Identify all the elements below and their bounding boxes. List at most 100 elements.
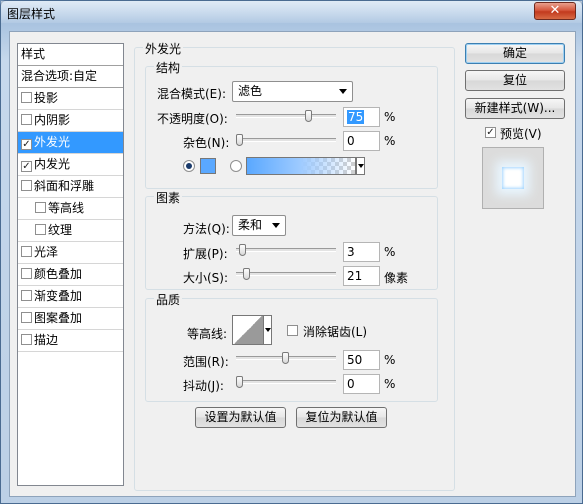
style-item-checkbox[interactable] <box>21 290 32 301</box>
glow-gradient-picker[interactable] <box>246 157 356 175</box>
elements-title: 图素 <box>154 189 183 206</box>
style-item-checkbox[interactable] <box>21 180 32 191</box>
antialias-checkbox[interactable] <box>287 325 298 336</box>
contour-dropdown-arrow[interactable] <box>263 315 272 345</box>
spread-field[interactable]: 3 <box>343 242 380 262</box>
range-slider-thumb[interactable] <box>282 352 289 364</box>
style-item-label: 图案叠加 <box>34 311 83 325</box>
reset-button[interactable]: 复位 <box>465 70 565 91</box>
style-item-label: 等高线 <box>48 201 85 215</box>
jitter-label: 抖动(J): <box>183 379 224 393</box>
style-item[interactable]: 斜面和浮雕 <box>18 176 123 198</box>
chevron-down-icon <box>339 89 347 94</box>
style-item[interactable]: 渐变叠加 <box>18 286 123 308</box>
opacity-slider[interactable] <box>236 110 336 122</box>
size-value: 21 <box>347 269 363 283</box>
style-item-checkbox[interactable] <box>35 224 46 235</box>
style-item[interactable]: 纹理 <box>18 220 123 242</box>
spread-unit: % <box>384 245 396 259</box>
range-slider[interactable] <box>236 352 336 364</box>
size-label: 大小(S): <box>183 271 229 285</box>
style-item[interactable]: ✓ 外发光 <box>18 132 123 154</box>
style-item-label: 纹理 <box>48 223 73 237</box>
style-item[interactable]: 光泽 <box>18 242 123 264</box>
range-label: 范围(R): <box>183 355 229 369</box>
preview-checkbox[interactable]: ✓ <box>485 127 496 138</box>
structure-group: 结构 混合模式(E): 滤色 不透明度(O): 75 % 杂色(N): 0 % <box>145 59 438 189</box>
blend-mode-label: 混合模式(E): <box>157 87 226 101</box>
spread-slider-thumb[interactable] <box>239 244 246 256</box>
style-item-checkbox[interactable] <box>21 246 32 257</box>
range-unit: % <box>384 353 396 367</box>
chevron-down-icon <box>272 223 280 228</box>
new-style-button[interactable]: 新建样式(W)... <box>465 98 565 119</box>
dialog-body: 样式 混合选项:自定 投影 内阴影 ✓ 外发光 ✓ 内发光 斜面和浮雕 等高线 纹理 光泽 颜色叠加… <box>9 31 576 497</box>
style-item-checkbox[interactable] <box>21 312 32 323</box>
contour-label: 等高线: <box>187 327 228 341</box>
style-item-label: 内阴影 <box>34 113 71 127</box>
antialias-label[interactable]: 消除锯齿(L) <box>303 323 367 340</box>
opacity-field[interactable]: 75 <box>343 107 380 127</box>
range-field[interactable]: 50 <box>343 350 380 370</box>
style-preview-thumbnail <box>482 147 544 209</box>
styles-list: 样式 混合选项:自定 投影 内阴影 ✓ 外发光 ✓ 内发光 斜面和浮雕 等高线 纹理 光泽 颜色叠加… <box>17 43 124 486</box>
opacity-unit: % <box>384 110 396 124</box>
style-item-checkbox[interactable]: ✓ <box>21 139 32 150</box>
noise-field[interactable]: 0 <box>343 131 380 151</box>
quality-title: 品质 <box>154 291 183 308</box>
technique-select[interactable]: 柔和 <box>232 215 286 236</box>
title-bar[interactable]: 图层样式 ✕ <box>1 1 582 23</box>
contour-thumbnail[interactable] <box>232 315 264 345</box>
jitter-field[interactable]: 0 <box>343 374 380 394</box>
blend-mode-value: 滤色 <box>238 84 263 98</box>
noise-value: 0 <box>347 134 355 148</box>
jitter-value: 0 <box>347 377 355 391</box>
noise-label: 杂色(N): <box>183 136 230 150</box>
style-item-checkbox[interactable]: ✓ <box>21 161 32 172</box>
style-item-label: 投影 <box>34 91 59 105</box>
gradient-dropdown-arrow[interactable] <box>356 157 365 175</box>
size-field[interactable]: 21 <box>343 266 380 286</box>
style-item[interactable]: 等高线 <box>18 198 123 220</box>
spread-label: 扩展(P): <box>183 247 228 261</box>
outer-glow-group: 外发光 结构 混合模式(E): 滤色 不透明度(O): 75 % 杂色(N): <box>134 40 455 491</box>
style-item[interactable]: 内阴影 <box>18 110 123 132</box>
blend-mode-select[interactable]: 滤色 <box>232 81 353 102</box>
size-slider[interactable] <box>236 268 336 280</box>
jitter-slider[interactable] <box>236 376 336 388</box>
preview-label[interactable]: 预览(V) <box>500 125 542 142</box>
style-item-label: 渐变叠加 <box>34 289 83 303</box>
noise-slider[interactable] <box>236 134 336 146</box>
jitter-slider-thumb[interactable] <box>236 376 243 388</box>
style-item-label: 描边 <box>34 333 59 347</box>
style-item-checkbox[interactable] <box>21 114 32 125</box>
solid-color-radio[interactable] <box>183 160 195 172</box>
style-item[interactable]: 图案叠加 <box>18 308 123 330</box>
glow-color-swatch[interactable] <box>200 158 216 174</box>
size-slider-thumb[interactable] <box>243 268 250 280</box>
style-item[interactable]: 描边 <box>18 330 123 352</box>
styles-list-header: 样式 <box>18 44 123 66</box>
window-title: 图层样式 <box>7 7 56 21</box>
style-item-label: 外发光 <box>34 135 71 149</box>
noise-slider-thumb[interactable] <box>236 134 243 146</box>
opacity-slider-thumb[interactable] <box>305 110 312 122</box>
style-item[interactable]: 颜色叠加 <box>18 264 123 286</box>
spread-slider[interactable] <box>236 244 336 256</box>
style-item-checkbox[interactable] <box>21 92 32 103</box>
blending-options-item[interactable]: 混合选项:自定 <box>18 66 123 88</box>
make-default-button[interactable]: 设置为默认值 <box>195 407 286 428</box>
elements-group: 图素 方法(Q): 柔和 扩展(P): 3 % 大小(S): 21 像素 <box>145 189 438 290</box>
style-item-label: 颜色叠加 <box>34 267 83 281</box>
style-item-checkbox[interactable] <box>21 334 32 345</box>
outer-glow-title: 外发光 <box>143 40 184 57</box>
reset-to-default-button[interactable]: 复位为默认值 <box>296 407 387 428</box>
close-button[interactable]: ✕ <box>534 2 576 20</box>
ok-button[interactable]: 确定 <box>465 43 565 64</box>
gradient-radio[interactable] <box>230 160 242 172</box>
style-item[interactable]: ✓ 内发光 <box>18 154 123 176</box>
layer-style-dialog: 图层样式 ✕ 样式 混合选项:自定 投影 内阴影 ✓ 外发光 ✓ 内发光 斜面和浮雕 等高线纹… <box>0 0 583 504</box>
style-item[interactable]: 投影 <box>18 88 123 110</box>
style-item-checkbox[interactable] <box>21 268 32 279</box>
style-item-checkbox[interactable] <box>35 202 46 213</box>
